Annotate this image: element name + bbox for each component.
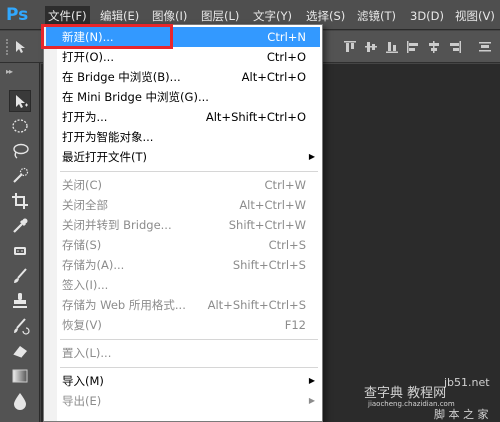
menu-file[interactable]: 文件(F)	[45, 6, 90, 26]
file-menu-dropdown: 新建(N)... Ctrl+N 打开(O)... Ctrl+O 在 Bridge…	[43, 24, 323, 422]
menu-separator	[60, 339, 318, 340]
crop-tool-icon[interactable]	[9, 190, 31, 212]
menu-separator	[60, 367, 318, 368]
menu-item-shortcut: Shift+Ctrl+S	[232, 258, 306, 272]
menu-item-label: 导入(M)	[62, 374, 104, 388]
menu-item-label: 在 Mini Bridge 中浏览(G)...	[62, 90, 209, 104]
move-tool-icon[interactable]	[9, 90, 31, 112]
distribute-top-icon[interactable]	[478, 40, 492, 54]
menu-item-label: 在 Bridge 中浏览(B)...	[62, 70, 181, 84]
watermark-line-1: 查字典 教程网	[364, 386, 447, 401]
menu-edit[interactable]: 编辑(E)	[97, 6, 142, 26]
align-left-icon[interactable]	[406, 40, 420, 54]
menu-item-label: 打开为智能对象...	[62, 130, 154, 144]
menu-item-place: 置入(L)...	[46, 343, 320, 363]
menu-item-close-and-go-to-bridge: 关闭并转到 Bridge... Shift+Ctrl+W	[46, 215, 320, 235]
align-hcenter-icon[interactable]	[427, 40, 441, 54]
menu-filter[interactable]: 滤镜(T)	[354, 6, 399, 26]
menu-item-import[interactable]: 导入(M) ▶	[46, 371, 320, 391]
menu-item-open-as[interactable]: 打开为... Alt+Shift+Ctrl+O	[46, 107, 320, 127]
menu-item-open-recent[interactable]: 最近打开文件(T) ▶	[46, 147, 320, 167]
menu-item-label: 打开为...	[62, 110, 108, 124]
menu-item-browse-in-mini-bridge[interactable]: 在 Mini Bridge 中浏览(G)...	[46, 87, 320, 107]
move-tool-preset-icon[interactable]	[14, 40, 26, 54]
submenu-arrow-icon: ▶	[308, 396, 315, 405]
quick-selection-tool-icon[interactable]	[9, 165, 31, 187]
menu-item-label: 签入(I)...	[62, 278, 109, 292]
menu-item-browse-in-bridge[interactable]: 在 Bridge 中浏览(B)... Alt+Ctrl+O	[46, 67, 320, 87]
menu-item-label: 恢复(V)	[62, 318, 102, 332]
menu-item-shortcut: Alt+Shift+Ctrl+S	[207, 298, 306, 312]
menu-item-open-as-smart-object[interactable]: 打开为智能对象...	[46, 127, 320, 147]
menu-item-label: 打开(O)...	[62, 50, 114, 64]
menu-item-check-in: 签入(I)...	[46, 275, 320, 295]
menu-separator	[60, 171, 318, 172]
menu-item-shortcut: Alt+Ctrl+W	[239, 198, 306, 212]
menu-item-label: 关闭并转到 Bridge...	[62, 218, 172, 232]
menu-view[interactable]: 视图(V)	[452, 6, 498, 26]
align-top-icon[interactable]	[343, 40, 357, 54]
brush-tool-icon[interactable]	[9, 265, 31, 287]
clone-stamp-tool-icon[interactable]	[9, 290, 31, 312]
menu-layer[interactable]: 图层(L)	[198, 6, 242, 26]
menu-item-label: 置入(L)...	[62, 346, 112, 360]
tools-panel: ▸▸	[0, 63, 40, 422]
menu-item-shortcut: Shift+Ctrl+W	[228, 218, 306, 232]
menu-item-save-as: 存储为(A)... Shift+Ctrl+S	[46, 255, 320, 275]
marquee-tool-icon[interactable]	[9, 115, 31, 137]
watermark: 查字典 教程网 jiaocheng.chazidian.com jb51.net…	[362, 376, 500, 422]
menu-item-revert: 恢复(V) F12	[46, 315, 320, 335]
menu-item-label: 关闭全部	[62, 198, 108, 212]
blur-tool-icon[interactable]	[9, 390, 31, 412]
options-bar-grip[interactable]	[6, 39, 12, 55]
submenu-arrow-icon: ▶	[308, 376, 315, 385]
photoshop-logo: Ps	[6, 5, 29, 25]
align-vcenter-icon[interactable]	[364, 40, 378, 54]
menu-item-shortcut: F12	[284, 318, 306, 332]
gradient-tool-icon[interactable]	[9, 365, 31, 387]
menu-item-open[interactable]: 打开(O)... Ctrl+O	[46, 47, 320, 67]
menu-item-label: 存储为 Web 所用格式...	[62, 298, 186, 312]
history-brush-tool-icon[interactable]	[9, 315, 31, 337]
watermark-line-3: jb51.net	[444, 376, 490, 389]
align-bottom-icon[interactable]	[385, 40, 399, 54]
menu-item-close: 关闭(C) Ctrl+W	[46, 175, 320, 195]
menu-item-close-all: 关闭全部 Alt+Ctrl+W	[46, 195, 320, 215]
submenu-arrow-icon: ▶	[308, 152, 315, 161]
menu-item-label: 最近打开文件(T)	[62, 150, 147, 164]
menu-item-shortcut: Ctrl+O	[266, 50, 306, 64]
menu-item-shortcut: Ctrl+N	[267, 30, 306, 44]
align-right-icon[interactable]	[448, 40, 462, 54]
menu-select[interactable]: 选择(S)	[303, 6, 348, 26]
healing-brush-tool-icon[interactable]	[9, 240, 31, 262]
menu-item-label: 存储(S)	[62, 238, 102, 252]
menu-image[interactable]: 图像(I)	[149, 6, 190, 26]
annotation-highlight-box	[41, 24, 173, 49]
menu-item-label: 导出(E)	[62, 394, 102, 408]
lasso-tool-icon[interactable]	[9, 140, 31, 162]
menu-item-save-for-web: 存储为 Web 所用格式... Alt+Shift+Ctrl+S	[46, 295, 320, 315]
menu-item-label: 关闭(C)	[62, 178, 103, 192]
menu-item-shortcut: Ctrl+W	[264, 178, 306, 192]
menu-item-shortcut: Alt+Shift+Ctrl+O	[205, 110, 306, 124]
eraser-tool-icon[interactable]	[9, 340, 31, 362]
menu-3d[interactable]: 3D(D)	[407, 6, 447, 26]
eyedropper-tool-icon[interactable]	[9, 215, 31, 237]
menu-item-shortcut: Alt+Ctrl+O	[241, 70, 306, 84]
watermark-line-4: 脚 本 之 家	[434, 408, 489, 421]
menu-item-save: 存储(S) Ctrl+S	[46, 235, 320, 255]
menu-item-shortcut: Ctrl+S	[268, 238, 306, 252]
menu-item-export: 导出(E) ▶	[46, 391, 320, 411]
menu-item-label: 存储为(A)...	[62, 258, 125, 272]
collapse-panel-icon[interactable]: ▸▸	[6, 67, 13, 76]
menu-type[interactable]: 文字(Y)	[250, 6, 295, 26]
